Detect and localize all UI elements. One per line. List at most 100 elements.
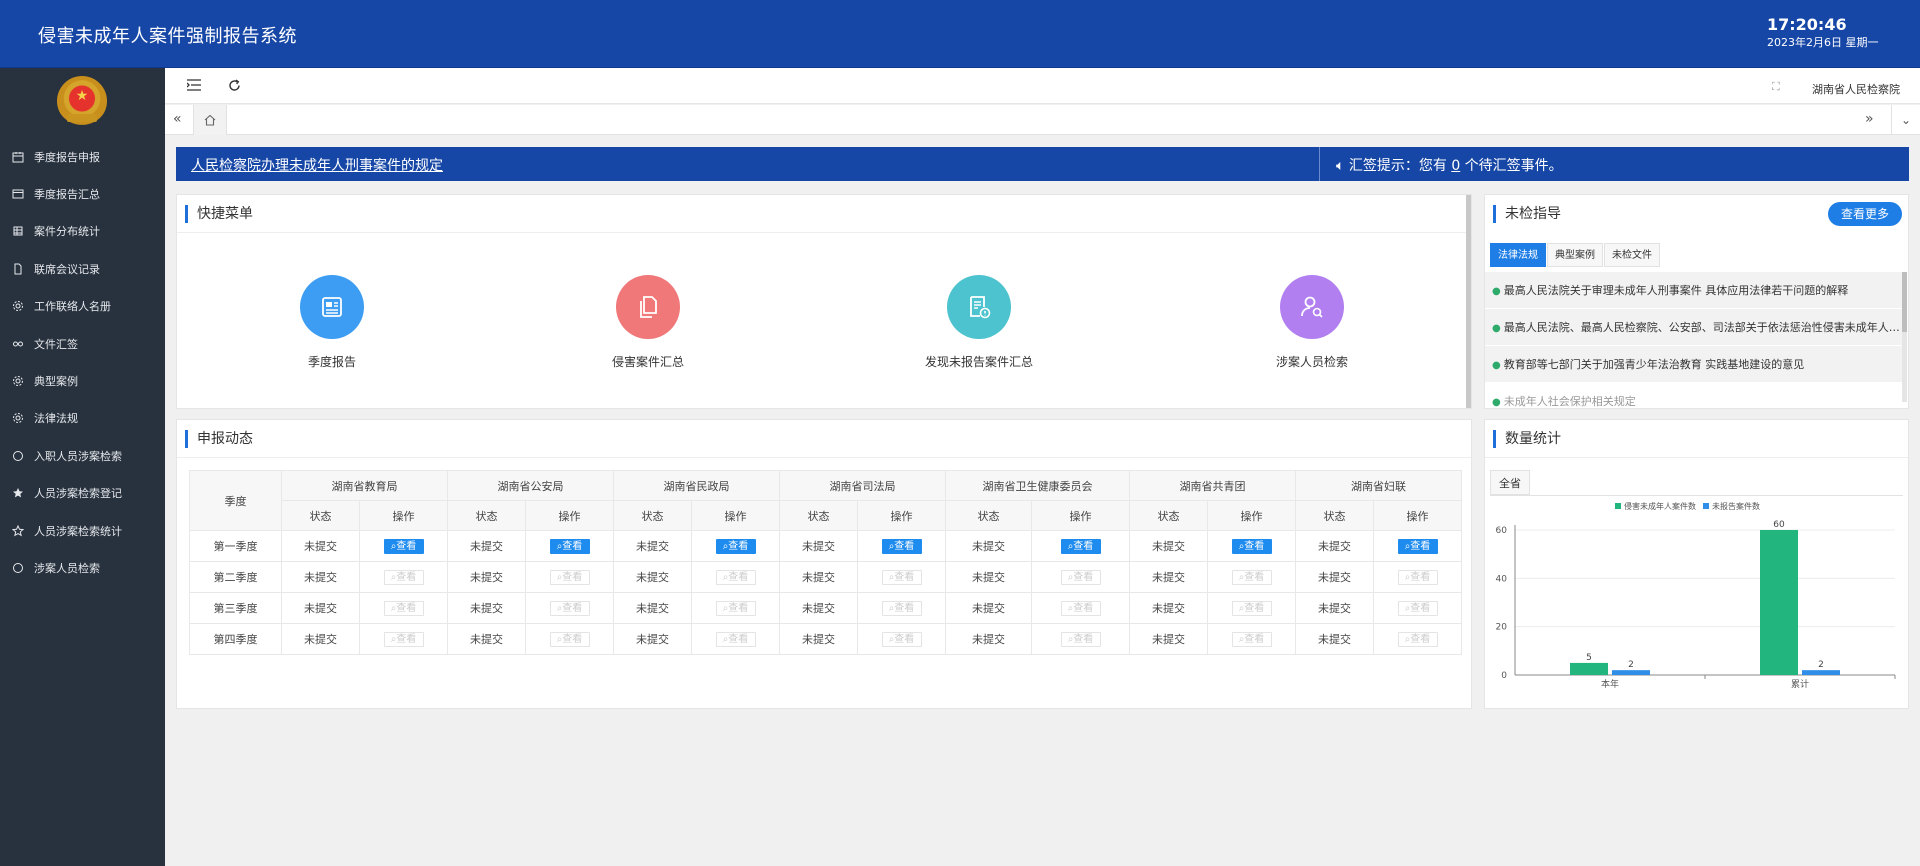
operation-cell: ⌕查看: [1031, 530, 1130, 562]
tabs-scroll-left-icon[interactable]: «: [173, 111, 182, 127]
link-icon: [11, 337, 25, 351]
status-cell: 未提交: [613, 623, 692, 655]
view-button-label: 查看: [728, 602, 749, 614]
guidance-panel: 未检指导 查看更多 法律法规 典型案例 未检文件 ● 最高人民法院关于审理未成年人刑事…: [1484, 194, 1909, 409]
table-row: 第二季度 未提交 ⌕查看 未提交 ⌕查看 未提交 ⌕查看 未提交 ⌕查看 未提交 ⌕查看 未提交 ⌕查看…: [189, 561, 1462, 593]
quick-menu-scrollbar[interactable]: [1466, 195, 1471, 408]
status-cell: 未提交: [613, 592, 692, 624]
guide-item-text: 最高人民法院关于审理未成年人刑事案件 具体应用法律若干问题的解释: [1503, 284, 1849, 297]
guide-list-item[interactable]: ● 未成年人社会保护相关规定: [1485, 383, 1904, 408]
bar-unreported-1: [1612, 670, 1650, 675]
hint-suffix: 个待汇签事件。: [1464, 158, 1563, 174]
status-header: 状态: [1295, 500, 1374, 531]
quick-item-1[interactable]: 季度报告: [252, 275, 412, 370]
status-cell: 未提交: [281, 592, 360, 624]
quick-item-label: 季度报告: [307, 355, 356, 369]
tabs-dropdown-icon[interactable]: ⌄: [1891, 105, 1920, 135]
y-tick-label: 20: [1496, 623, 1508, 633]
operation-header: 操作: [525, 500, 614, 531]
operation-cell: ⌕查看: [691, 623, 780, 655]
tab-province[interactable]: 全省: [1490, 470, 1530, 495]
status-cell: 未提交: [1129, 561, 1208, 593]
sidebar-item-11[interactable]: 人员涉案检索统计: [0, 512, 165, 549]
operation-cell: ⌕查看: [1373, 623, 1462, 655]
org-name[interactable]: 湖南省人民检察院: [1812, 81, 1900, 97]
status-cell: 未提交: [447, 530, 526, 562]
regulation-link[interactable]: 人民检察院办理未成年人刑事案件的规定: [191, 155, 443, 175]
view-more-button[interactable]: 查看更多: [1828, 202, 1902, 226]
sidebar-item-9[interactable]: 入职人员涉案检索: [0, 437, 165, 474]
status-cell: 未提交: [945, 530, 1032, 562]
view-button[interactable]: ⌕查看: [549, 538, 590, 554]
home-icon: [204, 114, 216, 126]
view-button-label: 查看: [1244, 571, 1265, 583]
stats-panel: 数量统计 全省 侵害未成年人案件数 未报告案件数 0 20 40 60 本年 5 2 累计 60 2: [1484, 419, 1909, 709]
sidebar-item-label: 文件汇签: [34, 337, 78, 351]
legend-label: 未报告案件数: [1712, 501, 1760, 511]
operation-cell: ⌕查看: [359, 623, 448, 655]
sidebar-item-3[interactable]: 案件分布统计: [0, 213, 165, 250]
fullscreen-icon[interactable]: ⛶: [1772, 80, 1780, 94]
sidebar-item-label: 法律法规: [34, 412, 78, 426]
national-emblem-logo: ★: [57, 76, 107, 126]
view-button[interactable]: ⌕查看: [1231, 538, 1272, 554]
view-button-label: 查看: [1410, 633, 1431, 645]
view-button[interactable]: ⌕查看: [715, 538, 756, 554]
operation-cell: ⌕查看: [857, 592, 946, 624]
guide-list-item[interactable]: ● 最高人民法院关于审理未成年人刑事案件 具体应用法律若干问题的解释: [1485, 272, 1904, 309]
app-header: 侵害未成年人案件强制报告系统 17:20:46 2023年2月6日 星期一: [0, 0, 1920, 68]
sidebar-item-7[interactable]: 典型案例: [0, 362, 165, 399]
hint-prefix: 汇签提示：您有: [1348, 158, 1447, 174]
view-button: ⌕查看: [1060, 600, 1101, 616]
sidebar-item-label: 工作联络人名册: [34, 300, 111, 314]
x-tick-label: 本年: [1601, 678, 1619, 690]
sidebar-item-2[interactable]: 季度报告汇总: [0, 175, 165, 212]
view-button-label: 查看: [728, 633, 749, 645]
sidebar-item-label: 涉案人员检索: [34, 561, 100, 575]
sidebar-item-10[interactable]: 人员涉案检索登记: [0, 475, 165, 512]
status-cell: 未提交: [1129, 623, 1208, 655]
bar-value-label: 60: [1773, 520, 1785, 530]
guide-tab-2[interactable]: 典型案例: [1547, 243, 1603, 267]
menu-toggle-icon[interactable]: [186, 79, 201, 95]
view-button-label: 查看: [1410, 540, 1431, 552]
operation-cell: ⌕查看: [1207, 561, 1296, 593]
operation-cell: ⌕查看: [1031, 561, 1130, 593]
refresh-icon[interactable]: [228, 79, 241, 96]
sidebar-item-12[interactable]: 涉案人员检索: [0, 549, 165, 586]
guide-tab-3[interactable]: 未检文件: [1604, 243, 1660, 267]
quick-item-2[interactable]: 侵害案件汇总: [568, 275, 728, 370]
view-button[interactable]: ⌕查看: [881, 538, 922, 554]
sidebar-item-1[interactable]: 季度报告申报: [0, 138, 165, 175]
view-button-label: 查看: [562, 571, 583, 583]
sidebar-item-6[interactable]: 文件汇签: [0, 325, 165, 362]
report-alert-icon: [947, 275, 1011, 339]
sidebar-item-8[interactable]: 法律法规: [0, 400, 165, 437]
sidebar-item-label: 季度报告汇总: [34, 188, 100, 202]
view-button[interactable]: ⌕查看: [1397, 538, 1438, 554]
season-cell: 第二季度: [189, 561, 282, 593]
view-button-label: 查看: [1073, 571, 1094, 583]
hint-count[interactable]: 0: [1451, 158, 1460, 174]
guidance-scrollbar[interactable]: [1902, 272, 1907, 402]
operation-header: 操作: [359, 500, 448, 531]
guide-list-item[interactable]: ● 最高人民法院、最高人民检察院、公安部、司法部关于依法惩治性侵害未成年人犯罪的意…: [1485, 309, 1904, 346]
quick-item-3[interactable]: 发现未报告案件汇总: [899, 275, 1059, 370]
view-button-label: 查看: [894, 571, 915, 583]
sidebar-item-label: 季度报告申报: [34, 150, 100, 164]
status-header: 状态: [945, 500, 1032, 531]
status-cell: 未提交: [1129, 592, 1208, 624]
sidebar-item-5[interactable]: 工作联络人名册: [0, 288, 165, 325]
tabs-scroll-right-icon[interactable]: »: [1865, 111, 1874, 127]
view-button[interactable]: ⌕查看: [1060, 538, 1101, 554]
home-tab[interactable]: [193, 105, 227, 135]
status-header: 状态: [779, 500, 858, 531]
view-button[interactable]: ⌕查看: [383, 538, 424, 554]
operation-cell: ⌕查看: [359, 530, 448, 562]
guide-tab-1[interactable]: 法律法规: [1490, 243, 1546, 267]
view-button-label: 查看: [562, 602, 583, 614]
status-cell: 未提交: [779, 530, 858, 562]
sidebar-item-4[interactable]: 联席会议记录: [0, 250, 165, 287]
guide-list-item[interactable]: ● 教育部等七部门关于加强青少年法治教育 实践基地建设的意见: [1485, 346, 1904, 383]
quick-item-4[interactable]: 涉案人员检索: [1232, 275, 1392, 370]
